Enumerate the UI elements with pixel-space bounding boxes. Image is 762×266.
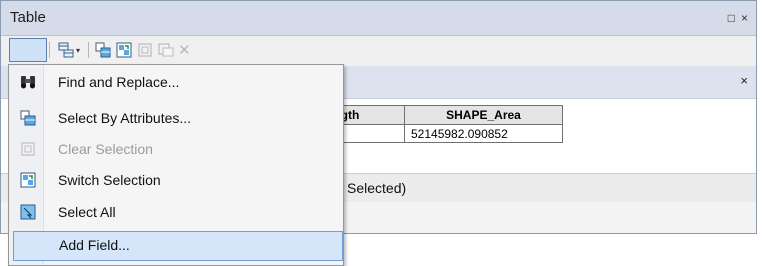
menu-item-select-all[interactable]: Select All xyxy=(11,198,341,226)
delete-icon[interactable]: ✕ xyxy=(178,41,191,59)
restore-icon[interactable]: □ xyxy=(728,11,735,25)
menu-item-label: Add Field... xyxy=(59,237,130,253)
table-cell[interactable]: 52145982.090852 xyxy=(404,124,563,143)
menu-item-select-by-attributes[interactable]: Select By Attributes... xyxy=(11,104,341,132)
select-by-attributes-toolbar-button[interactable] xyxy=(94,41,112,59)
clear-selection-toolbar-button[interactable] xyxy=(136,41,154,59)
switch-selection-toolbar-button[interactable] xyxy=(115,41,133,59)
switch-selection-icon xyxy=(20,172,36,188)
delete-selected-toolbar-button[interactable] xyxy=(157,41,175,59)
select-all-icon xyxy=(20,204,36,220)
menu-item-label: Clear Selection xyxy=(58,141,153,157)
close-icon[interactable]: × xyxy=(741,11,748,25)
switch-selection-icon xyxy=(116,42,132,58)
table-options-menu: Find and Replace... Select By Attributes… xyxy=(8,64,344,266)
selection-status-text: Selected) xyxy=(347,180,407,196)
binoculars-icon xyxy=(21,76,35,89)
window-controls: □ × xyxy=(728,11,748,25)
select-by-attributes-icon xyxy=(95,42,111,58)
window-title: Table xyxy=(10,9,46,26)
delete-selected-icon xyxy=(158,43,174,57)
menu-item-label: Select All xyxy=(58,204,116,220)
clear-selection-icon xyxy=(138,43,152,57)
toolbar-separator xyxy=(49,42,50,58)
select-by-attributes-icon xyxy=(20,110,36,126)
close-tab-icon[interactable]: × xyxy=(740,73,748,88)
toolbar-separator xyxy=(88,42,89,58)
menu-item-find-and-replace[interactable]: Find and Replace... xyxy=(11,68,341,96)
related-tables-button[interactable]: ▾ xyxy=(57,41,80,59)
table-options-button-pressed xyxy=(9,38,47,62)
menu-item-label: Select By Attributes... xyxy=(58,110,192,126)
menu-item-clear-selection: Clear Selection xyxy=(11,135,341,163)
related-tables-icon xyxy=(58,42,74,58)
clear-selection-icon xyxy=(21,142,35,156)
column-header-shape-area[interactable]: SHAPE_Area xyxy=(404,105,563,125)
title-bar: Table □ × xyxy=(1,1,756,36)
toolbar: ▾ ▾ xyxy=(1,36,756,66)
menu-item-add-field[interactable]: Add Field... xyxy=(13,231,343,261)
menu-item-switch-selection[interactable]: Switch Selection xyxy=(11,166,341,194)
chevron-down-icon: ▾ xyxy=(76,45,81,55)
menu-item-label: Switch Selection xyxy=(58,172,161,188)
menu-item-label: Find and Replace... xyxy=(58,74,180,90)
